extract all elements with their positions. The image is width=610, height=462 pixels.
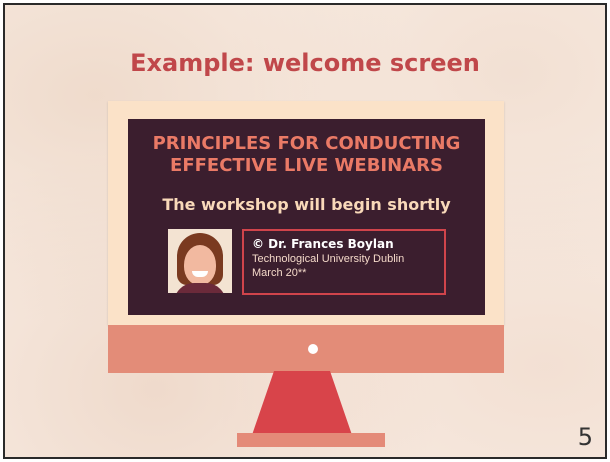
presenter-face [184, 245, 216, 285]
power-button-icon [308, 344, 318, 354]
presenter-institution: Technological University Dublin [252, 253, 405, 265]
monitor-stand [252, 371, 352, 435]
presenter-info-box: © Dr. Frances Boylan Technological Unive… [242, 229, 446, 295]
monitor-screen: PRINCIPLES FOR CONDUCTING EFFECTIVE LIVE… [128, 119, 485, 315]
webinar-subtitle: The workshop will begin shortly [162, 195, 451, 214]
slide-title: Example: welcome screen [130, 49, 480, 77]
presenter-shoulders [174, 283, 226, 293]
slide: Example: welcome screen PRINCIPLES FOR C… [3, 3, 607, 459]
monitor-chin [108, 325, 504, 373]
presenter-date: March 20** [252, 267, 307, 279]
webinar-title: PRINCIPLES FOR CONDUCTING EFFECTIVE LIVE… [128, 133, 485, 177]
presenter-name: © Dr. Frances Boylan [252, 237, 394, 251]
page-number: 5 [577, 423, 593, 451]
presenter-photo [168, 229, 232, 293]
webinar-title-line-2: EFFECTIVE LIVE WEBINARS [170, 155, 443, 176]
monitor-stand-base [237, 433, 385, 447]
webinar-title-line-1: PRINCIPLES FOR CONDUCTING [152, 133, 461, 154]
